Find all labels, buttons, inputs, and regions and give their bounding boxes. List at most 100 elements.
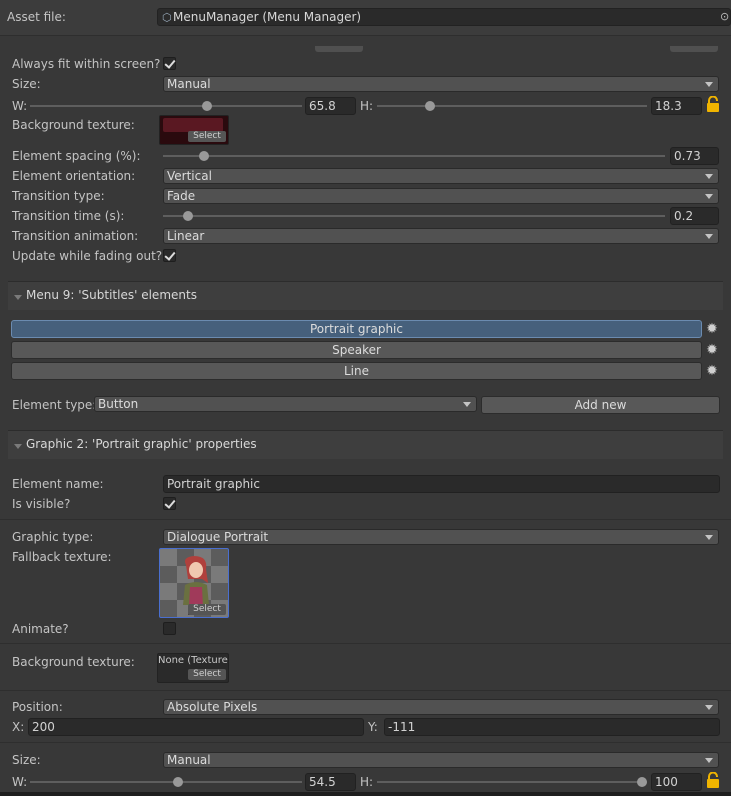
graphic-w-field[interactable]: 54.5 — [305, 773, 356, 791]
size-dropdown[interactable]: Manual — [163, 76, 719, 92]
chevron-down-icon — [705, 758, 713, 763]
element-type-value: Button — [98, 397, 139, 411]
spacing-label: Element spacing (%): — [12, 149, 141, 163]
w-label: W: — [12, 99, 28, 113]
transition-time-label: Transition time (s): — [12, 209, 125, 223]
bg-texture-select-button[interactable]: Select — [188, 131, 226, 142]
graphic-bg-texture-select-button[interactable]: Select — [188, 669, 226, 680]
spacing-field[interactable]: 0.73 — [670, 147, 719, 165]
asset-label: Asset file: — [7, 10, 66, 24]
w-field[interactable]: 65.8 — [305, 97, 356, 115]
graphic-type-dropdown[interactable]: Dialogue Portrait — [163, 529, 719, 545]
chevron-down-icon — [463, 402, 471, 407]
graphic-size-value: Manual — [167, 753, 211, 767]
foldout-icon — [14, 295, 22, 300]
orientation-dropdown[interactable]: Vertical — [163, 168, 719, 184]
bg-texture-label: Background texture: — [12, 118, 135, 132]
graphic-type-value: Dialogue Portrait — [167, 530, 269, 544]
graphic-size-label: Size: — [12, 753, 41, 767]
element-name-field[interactable]: Portrait graphic — [163, 475, 720, 493]
graphic-h-field[interactable]: 100 — [651, 773, 702, 791]
transition-time-slider-track[interactable] — [163, 211, 665, 221]
transition-anim-value: Linear — [167, 229, 205, 243]
graphic-w-slider-handle[interactable] — [173, 777, 183, 787]
is-visible-checkbox[interactable] — [163, 497, 176, 510]
elements-section-header[interactable]: Menu 9: 'Subtitles' elements — [8, 281, 723, 310]
transition-time-field[interactable]: 0.2 — [670, 207, 719, 225]
element-type-label: Element type: — [12, 398, 97, 412]
chevron-down-icon — [705, 194, 713, 199]
position-value: Absolute Pixels — [167, 700, 258, 714]
graphic-bg-texture-thumbnail[interactable]: None (Texture 2 Select — [157, 653, 229, 683]
y-field[interactable]: -111 — [384, 718, 720, 736]
animate-label: Animate? — [12, 622, 69, 636]
gear-icon[interactable]: ✹ — [705, 322, 719, 336]
chevron-down-icon — [705, 174, 713, 179]
element-item-portrait-graphic[interactable]: Portrait graphic — [11, 320, 702, 338]
fallback-texture-label: Fallback texture: — [12, 550, 112, 564]
element-item-speaker[interactable]: Speaker — [11, 341, 702, 359]
target-icon[interactable]: ⊙ — [720, 10, 729, 23]
checkmark-icon — [164, 497, 176, 509]
h-field[interactable]: 18.3 — [651, 97, 702, 115]
orientation-value: Vertical — [167, 169, 212, 183]
spacing-slider-track[interactable] — [163, 151, 665, 161]
fallback-texture-select-button[interactable]: Select — [188, 604, 226, 615]
gear-icon[interactable]: ✹ — [705, 343, 719, 357]
graphic-section-header[interactable]: Graphic 2: 'Portrait graphic' properties — [8, 430, 723, 459]
elements-section-title: Menu 9: 'Subtitles' elements — [26, 288, 197, 302]
orientation-label: Element orientation: — [12, 169, 136, 183]
chevron-down-icon — [705, 234, 713, 239]
size-label: Size: — [12, 77, 41, 91]
graphic-h-label: H: — [360, 775, 374, 789]
graphic-w-slider-track[interactable] — [30, 777, 302, 787]
transition-anim-dropdown[interactable]: Linear — [163, 228, 719, 244]
y-label: Y: — [368, 720, 378, 734]
h-label: H: — [360, 99, 374, 113]
update-fading-checkbox[interactable] — [163, 249, 176, 262]
gear-icon[interactable]: ✹ — [705, 364, 719, 378]
animate-checkbox[interactable] — [163, 622, 176, 635]
chevron-down-icon — [705, 535, 713, 540]
transition-type-dropdown[interactable]: Fade — [163, 188, 719, 204]
add-new-button[interactable]: Add new — [481, 396, 720, 414]
x-field[interactable]: 200 — [28, 718, 364, 736]
asset-icon: ⬡ — [162, 11, 172, 24]
h-slider-track[interactable] — [377, 101, 647, 111]
bg-texture-thumbnail[interactable]: Select — [159, 115, 229, 145]
asset-field[interactable]: ⬡ MenuManager (Menu Manager) ⊙ — [157, 8, 731, 26]
update-fading-label: Update while fading out? — [12, 249, 163, 263]
graphic-type-label: Graphic type: — [12, 530, 94, 544]
element-item-line[interactable]: Line — [11, 362, 702, 380]
graphic-h-slider-track[interactable] — [377, 777, 647, 787]
x-label: X: — [12, 720, 25, 734]
w-slider-handle[interactable] — [202, 101, 212, 111]
fallback-texture-thumbnail[interactable]: Select — [159, 548, 229, 618]
graphic-section-title: Graphic 2: 'Portrait graphic' properties — [26, 437, 257, 451]
lock-icon[interactable] — [706, 96, 720, 112]
size-value: Manual — [167, 77, 211, 91]
graphic-h-slider-handle[interactable] — [637, 777, 647, 787]
chevron-down-icon — [705, 705, 713, 710]
asset-header: Asset file: ⬡ MenuManager (Menu Manager)… — [0, 0, 731, 35]
checkmark-icon — [164, 249, 176, 261]
position-dropdown[interactable]: Absolute Pixels — [163, 699, 719, 715]
always-fit-checkbox[interactable] — [163, 57, 176, 70]
w-slider-track[interactable] — [30, 101, 302, 111]
element-type-dropdown[interactable]: Button — [94, 396, 477, 412]
transition-type-value: Fade — [167, 189, 196, 203]
graphic-size-dropdown[interactable]: Manual — [163, 752, 719, 768]
transition-time-slider-handle[interactable] — [183, 211, 193, 221]
bg-texture-none-text: None (Texture — [158, 655, 228, 666]
transition-type-label: Transition type: — [12, 189, 105, 203]
element-name-label: Element name: — [12, 477, 104, 491]
transition-anim-label: Transition animation: — [12, 229, 139, 243]
h-slider-handle[interactable] — [425, 101, 435, 111]
graphic-bg-texture-label: Background texture: — [12, 655, 135, 669]
foldout-icon — [14, 444, 22, 449]
graphic-w-label: W: — [12, 775, 28, 789]
bottom-edge — [0, 792, 731, 796]
spacing-slider-handle[interactable] — [199, 151, 209, 161]
checkmark-icon — [164, 57, 176, 69]
lock-icon[interactable] — [706, 772, 720, 788]
